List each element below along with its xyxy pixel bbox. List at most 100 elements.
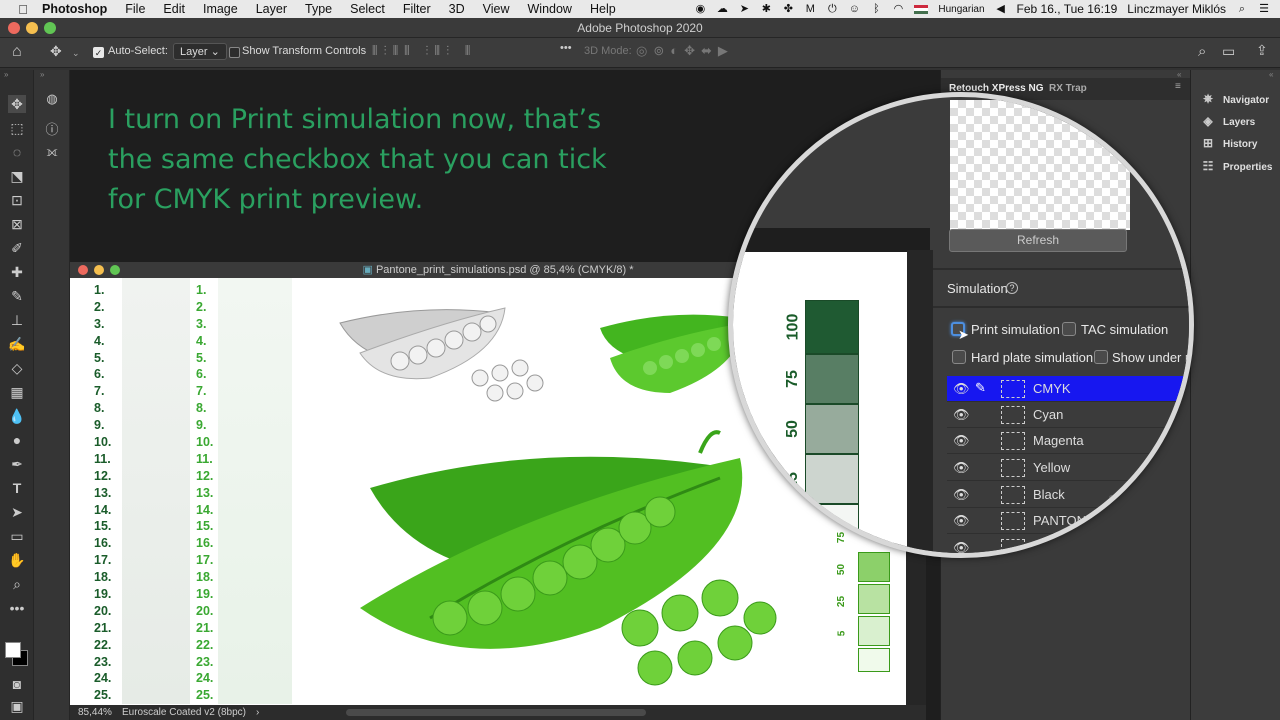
- apple-icon[interactable]: : [14, 2, 32, 17]
- power-icon[interactable]: ⏻: [826, 3, 838, 15]
- app-menu[interactable]: Photoshop: [32, 2, 116, 16]
- marquee-tool-icon[interactable]: ⬚: [8, 119, 26, 137]
- transform-icon[interactable]: ⟗: [43, 143, 61, 161]
- bluetooth-icon[interactable]: ᛒ: [870, 3, 882, 15]
- layers-panel-button[interactable]: ◈ Layers: [1201, 114, 1255, 128]
- plugin-icon[interactable]: ◍: [43, 90, 61, 108]
- info-icon[interactable]: ⓘ: [43, 121, 61, 139]
- foreground-color-swatch[interactable]: [5, 642, 21, 658]
- zoom-button[interactable]: [44, 22, 56, 34]
- create-from-selection-button[interactable]: Create from selection: [1091, 110, 1179, 124]
- menu-layer[interactable]: Layer: [247, 2, 296, 16]
- menu-edit[interactable]: Edit: [154, 2, 194, 16]
- collapse-icon[interactable]: «: [1269, 70, 1273, 79]
- eye-icon[interactable]: 👁: [953, 407, 970, 423]
- slack-icon[interactable]: ✤: [782, 3, 794, 15]
- volume-icon[interactable]: ◀: [995, 3, 1007, 15]
- refresh-button[interactable]: Refresh: [949, 229, 1127, 252]
- hand-tool-icon[interactable]: ✋: [8, 551, 26, 569]
- home-icon[interactable]: ⌂: [12, 43, 22, 61]
- datetime[interactable]: Feb 16., Tue 16:19: [1017, 2, 1118, 16]
- healing-brush-icon[interactable]: ✚: [8, 263, 26, 281]
- language-label[interactable]: Hungarian: [938, 4, 984, 15]
- chevron-down-icon[interactable]: ⌄: [72, 48, 80, 59]
- auto-select-dropdown[interactable]: Layer ⌄: [173, 43, 227, 60]
- malwarebytes-icon[interactable]: M: [804, 3, 816, 15]
- zoom-tool-icon[interactable]: ⌕: [8, 575, 26, 593]
- menu-image[interactable]: Image: [194, 2, 247, 16]
- help-icon[interactable]: ?: [1168, 495, 1179, 506]
- collapse-icon[interactable]: »: [40, 70, 44, 79]
- eye-icon[interactable]: 👁: [953, 540, 970, 553]
- stamp-tool-icon[interactable]: ⊥: [8, 311, 26, 329]
- collapse-icon[interactable]: »: [4, 70, 8, 79]
- dodge-tool-icon[interactable]: ●: [8, 431, 26, 449]
- layer-row-pantone[interactable]: 👁 PANTONE: [947, 508, 1187, 534]
- layer-row-magenta[interactable]: 👁 Magenta: [947, 428, 1187, 454]
- more-icon[interactable]: •••: [560, 42, 572, 54]
- share-icon[interactable]: ⇪: [1256, 42, 1268, 59]
- layer-row-cmyk[interactable]: 👁 ✎ CMYK: [947, 376, 1187, 402]
- minimize-button[interactable]: [26, 22, 38, 34]
- record-icon[interactable]: ◉: [694, 3, 706, 15]
- brush-tool-icon[interactable]: ✎: [8, 287, 26, 305]
- collapse-icon[interactable]: «: [1177, 70, 1181, 79]
- history-panel-button[interactable]: ⊞ History: [1201, 136, 1257, 150]
- pen-tool-icon[interactable]: ✒: [8, 455, 26, 473]
- menu-view[interactable]: View: [474, 2, 519, 16]
- menu-3d[interactable]: 3D: [440, 2, 474, 16]
- eyedropper-icon[interactable]: ✐: [8, 239, 26, 257]
- wifi-icon[interactable]: ◠: [892, 3, 904, 15]
- crop-tool-icon[interactable]: ⊡: [8, 191, 26, 209]
- navigator-panel-button[interactable]: ✵ Navigator: [1201, 92, 1269, 106]
- blur-tool-icon[interactable]: 💧: [8, 407, 26, 425]
- doc-close-button[interactable]: [78, 265, 88, 275]
- status-arrow[interactable]: ›: [256, 705, 259, 720]
- spot-channel-button[interactable]: ot channel: [1109, 495, 1165, 508]
- align-icons[interactable]: ⫴⫶⫴⫴ ⫶⫴⫶ ⫴: [372, 43, 476, 59]
- location-icon[interactable]: ➤: [738, 3, 750, 15]
- horizontal-scroll-thumb[interactable]: [346, 709, 646, 716]
- eye-icon[interactable]: 👁: [953, 460, 970, 476]
- hard-plate-checkbox[interactable]: [952, 350, 966, 364]
- eye-icon[interactable]: 👁: [953, 381, 970, 397]
- help-icon[interactable]: ?: [1006, 282, 1018, 294]
- zoom-level[interactable]: 85,44%: [78, 705, 112, 720]
- eye-icon[interactable]: 👁: [953, 433, 970, 449]
- control-center-icon[interactable]: ☰: [1258, 3, 1270, 15]
- menu-filter[interactable]: Filter: [394, 2, 440, 16]
- pencil-icon[interactable]: ✎: [975, 380, 986, 396]
- path-select-icon[interactable]: ➤: [8, 503, 26, 521]
- workspace-icon[interactable]: ▭: [1222, 43, 1235, 60]
- transform-controls-checkbox[interactable]: [229, 47, 240, 58]
- tac-simulation-checkbox[interactable]: [1062, 322, 1076, 336]
- doc-minimize-button[interactable]: [94, 265, 104, 275]
- layer-row-black[interactable]: 👁 Black ot channel ?: [947, 482, 1187, 508]
- search-icon[interactable]: ⌕: [1198, 43, 1206, 60]
- panel-menu-icon[interactable]: ≡: [1175, 81, 1181, 92]
- shape-tool-icon[interactable]: ▭: [8, 527, 26, 545]
- more-tools-icon[interactable]: •••: [8, 599, 26, 617]
- screen-mode-icon[interactable]: ▣: [8, 697, 26, 715]
- tab-rx-trap[interactable]: RX Trap: [1049, 83, 1087, 94]
- 3d-tool-icons[interactable]: ◎⊚◐✥⬌▶: [636, 43, 734, 59]
- layer-row-cyan[interactable]: 👁 Cyan: [947, 402, 1187, 428]
- history-brush-icon[interactable]: ✍: [8, 335, 26, 353]
- bug-icon[interactable]: ✱: [760, 3, 772, 15]
- eye-icon[interactable]: 👁: [953, 513, 970, 529]
- object-select-icon[interactable]: ⬔: [8, 167, 26, 185]
- auto-select-checkbox[interactable]: ✓: [93, 47, 104, 58]
- accessibility-icon[interactable]: ☺: [848, 3, 860, 15]
- menu-type[interactable]: Type: [296, 2, 341, 16]
- cloud-icon[interactable]: ☁: [716, 3, 728, 15]
- menu-select[interactable]: Select: [341, 2, 394, 16]
- quick-mask-icon[interactable]: ◙: [8, 675, 26, 693]
- move-tool-icon[interactable]: ✥: [8, 95, 26, 113]
- eye-icon[interactable]: 👁: [953, 487, 970, 503]
- menu-file[interactable]: File: [116, 2, 154, 16]
- properties-panel-button[interactable]: ☷ Properties: [1201, 159, 1273, 173]
- show-under-checkbox[interactable]: [1094, 350, 1108, 364]
- lasso-tool-icon[interactable]: ◌: [8, 143, 26, 161]
- type-tool-icon[interactable]: T: [8, 479, 26, 497]
- gradient-tool-icon[interactable]: ▦: [8, 383, 26, 401]
